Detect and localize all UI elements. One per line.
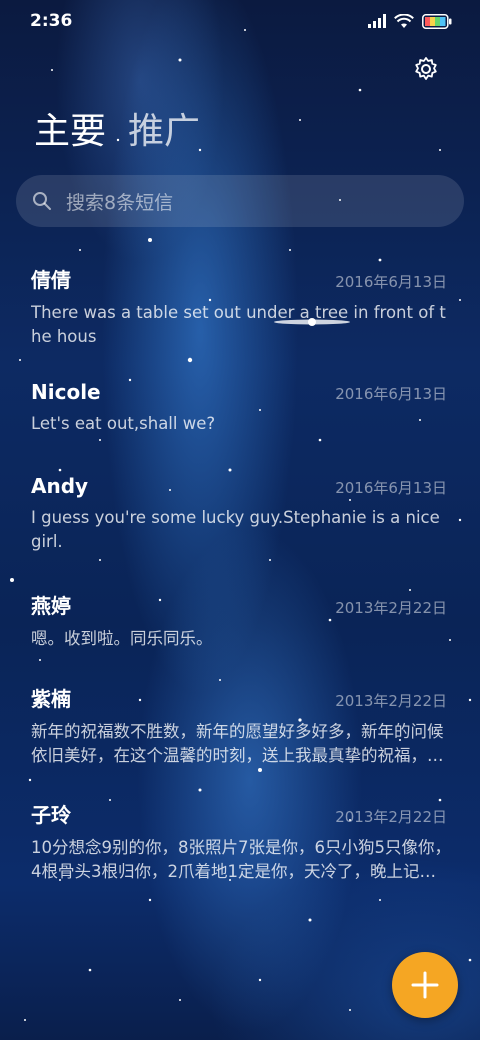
conversation-item[interactable]: 子玲 2013年2月22日 10分想念9别的你，8张照片7张是你，6只小狗5只像… <box>31 799 451 884</box>
compose-button[interactable] <box>392 952 458 1018</box>
status-icons <box>368 13 452 29</box>
search-icon <box>33 192 51 210</box>
contact-name: Nicole <box>31 380 101 404</box>
contact-name: Andy <box>31 474 89 498</box>
gear-icon[interactable] <box>413 56 439 82</box>
message-preview: There was a table set out under a tree i… <box>31 303 446 346</box>
message-date: 2013年2月22日 <box>335 599 447 617</box>
contact-name: 紫楠 <box>31 687 71 711</box>
search-bar[interactable]: 搜索8条短信 <box>16 175 464 227</box>
plus-icon <box>411 971 439 999</box>
contact-name: 倩倩 <box>31 268 71 292</box>
tab-promotions[interactable]: 推广 <box>128 110 200 154</box>
tab-bar: 主要 推广 <box>34 110 200 154</box>
conversation-item[interactable]: 燕婷 2013年2月22日 嗯。收到啦。同乐同乐。 <box>31 590 451 651</box>
conversation-item[interactable]: Nicole 2016年6月13日 Let's eat out,shall we… <box>31 380 451 436</box>
message-preview: Let's eat out,shall we? <box>31 414 216 433</box>
conversation-item[interactable]: 倩倩 2016年6月13日 There was a table set out … <box>31 264 451 349</box>
signal-icon <box>368 14 386 28</box>
message-date: 2016年6月13日 <box>335 479 447 497</box>
message-date: 2013年2月22日 <box>335 808 447 826</box>
message-preview: 嗯。收到啦。同乐同乐。 <box>31 629 213 648</box>
contact-name: 燕婷 <box>31 594 71 618</box>
contact-name: 子玲 <box>31 803 71 827</box>
status-bar: 2:36 <box>0 0 480 42</box>
message-date: 2016年6月13日 <box>335 385 447 403</box>
conversation-item[interactable]: 紫楠 2013年2月22日 新年的祝福数不胜数，新年的愿望好多好多，新年的问候依… <box>31 683 451 768</box>
message-date: 2013年2月22日 <box>335 692 447 710</box>
message-preview: 新年的祝福数不胜数，新年的愿望好多好多，新年的问候依旧美好，在这个温馨的时刻，送… <box>31 722 444 765</box>
battery-icon <box>422 13 452 29</box>
tab-primary[interactable]: 主要 <box>34 110 106 154</box>
search-input[interactable]: 搜索8条短信 <box>66 188 173 215</box>
message-preview: I guess you're some lucky guy.Stephanie … <box>31 508 440 551</box>
message-date: 2016年6月13日 <box>335 273 447 291</box>
status-time: 2:36 <box>30 11 73 31</box>
message-preview: 10分想念9别的你，8张照片7张是你，6只小狗5只像你，4根骨头3根归你，2爪着… <box>31 838 451 881</box>
wifi-icon <box>394 13 414 28</box>
conversation-item[interactable]: Andy 2016年6月13日 I guess you're some luck… <box>31 474 451 554</box>
